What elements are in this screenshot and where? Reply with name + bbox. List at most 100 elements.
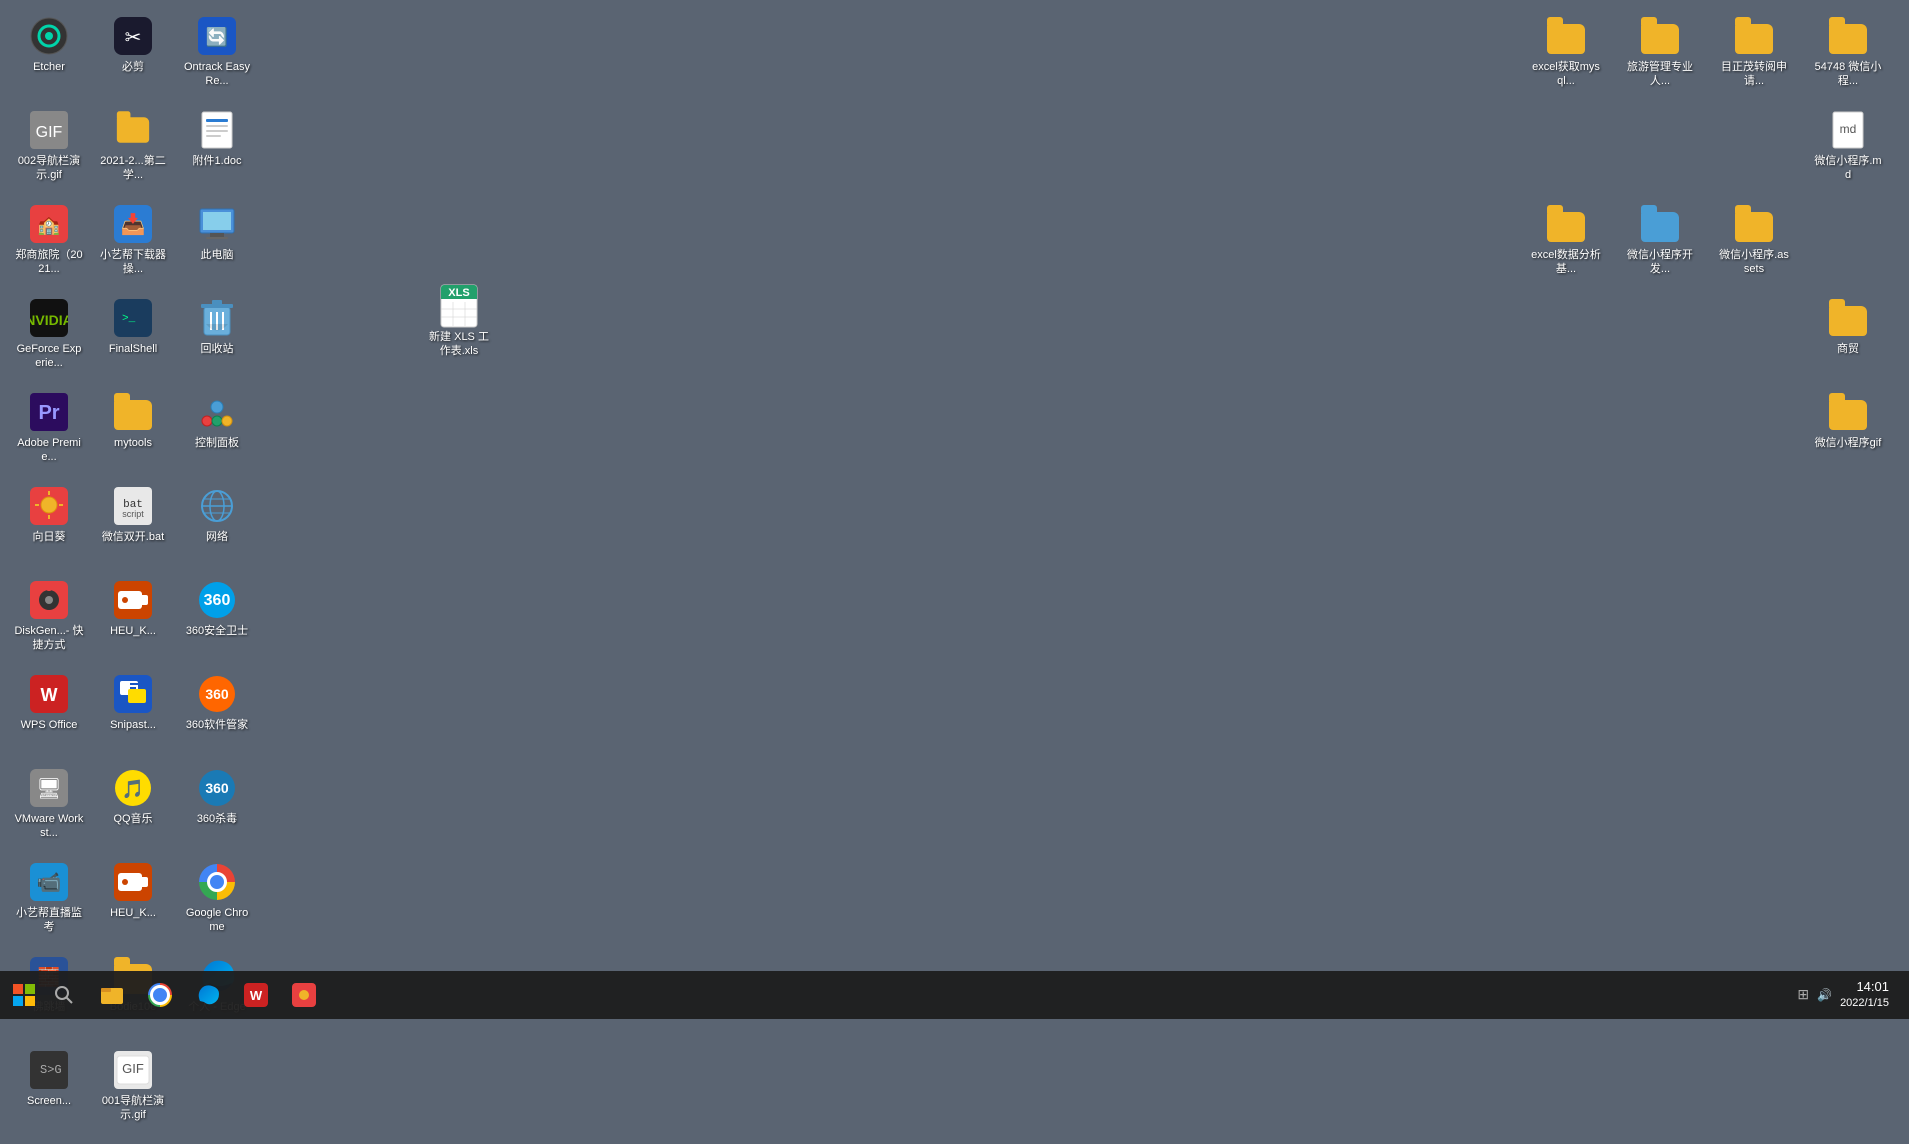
icon-54748[interactable]: 54748 微信小程... [1809, 10, 1887, 100]
icon-chrome[interactable]: Google Chrome [178, 856, 256, 946]
icon-wps[interactable]: W WPS Office [10, 668, 88, 758]
svg-text:360: 360 [205, 780, 229, 796]
taskbar-wps[interactable]: W [234, 973, 278, 1017]
shangmao-label: 商贸 [1837, 342, 1859, 356]
360kill-icon: 360 [197, 768, 237, 808]
icon-zhengshang[interactable]: 🏫 郑商旅院（2021... [10, 198, 88, 288]
xiaoyi2-label: 小艺帮直播监考 [14, 906, 84, 935]
icon-weichat2[interactable]: bat script 微信双开.bat [94, 480, 172, 570]
wechat-md-label: 微信小程序.md [1813, 154, 1883, 183]
svg-text:🏫: 🏫 [38, 215, 60, 235]
taskbar-edge[interactable] [186, 973, 230, 1017]
wechat-assets-icon [1734, 204, 1774, 244]
xls-label: 新建 XLS 工作表.xls [424, 330, 494, 359]
360soft-label: 360软件管家 [186, 718, 248, 732]
mytools-label: mytools [114, 436, 152, 450]
doc-icon [197, 110, 237, 150]
icon-screenshot[interactable]: S>G Screen... [10, 1044, 88, 1134]
net-label: 网络 [206, 530, 228, 544]
icon-xiaoyi[interactable]: 📥 小艺帮下载器操... [94, 198, 172, 288]
finalshell-icon: >_ [113, 298, 153, 338]
bijian-label: 必剪 [122, 60, 144, 74]
shangmao-icon [1828, 298, 1868, 338]
icon-diskgenius[interactable]: DiskGen...- 快捷方式 [10, 574, 88, 664]
diskgenius-icon [29, 580, 69, 620]
wps-label: WPS Office [21, 718, 78, 732]
heuk2-label: HEU_K... [110, 906, 156, 920]
icon-360safe[interactable]: 360 360安全卫士 [178, 574, 256, 664]
wps-icon: W [29, 674, 69, 714]
mytools-icon [113, 392, 153, 432]
icon-360soft[interactable]: 360 360软件管家 [178, 668, 256, 758]
icon-xiangrigu[interactable]: 向日葵 [10, 480, 88, 570]
heuk2-icon [113, 862, 153, 902]
xiangrigu-label: 向日葵 [33, 530, 66, 544]
icon-travel[interactable]: 旅游管理专业人... [1621, 10, 1699, 100]
exceljishu-label: excel数据分析基... [1531, 248, 1601, 277]
icon-adobepr[interactable]: Pr Adobe Premie... [10, 386, 88, 476]
finalshell-label: FinalShell [109, 342, 157, 356]
icon-recyclebin[interactable]: 回收站 [178, 292, 256, 382]
svg-text:360: 360 [204, 592, 231, 609]
icon-001gif[interactable]: GIF 001导航栏演示.gif [94, 1044, 172, 1134]
icon-ontrack[interactable]: 🔄 Ontrack Easy Re... [178, 10, 256, 100]
icon-xiaoyi2[interactable]: 📹 小艺帮直播监考 [10, 856, 88, 946]
adobepr-icon: Pr [29, 392, 69, 432]
icon-qqmusic[interactable]: 🎵 QQ音乐 [94, 762, 172, 852]
icon-shangmao[interactable]: 商贸 [1809, 292, 1887, 382]
vmware-icon: 🖥 [29, 768, 69, 808]
icon-wechat-assets[interactable]: 微信小程序.assets [1715, 198, 1793, 288]
360safe-label: 360安全卫士 [186, 624, 248, 638]
diskgenius-label: DiskGen...- 快捷方式 [14, 624, 84, 653]
icon-etcher[interactable]: Etcher [10, 10, 88, 100]
snipaste-label: Snipast... [110, 718, 156, 732]
travel-label: 旅游管理专业人... [1625, 60, 1695, 89]
icon-muzheng[interactable]: 目正茂转阅申请... [1715, 10, 1793, 100]
icon-360kill[interactable]: 360 360杀毒 [178, 762, 256, 852]
icon-net[interactable]: 网络 [178, 480, 256, 570]
start-button[interactable] [0, 971, 48, 1019]
icon-geforce[interactable]: NVIDIA GeForce Experie... [10, 292, 88, 382]
taskbar-xiangrigu[interactable] [282, 973, 326, 1017]
icon-thispc[interactable]: 此电脑 [178, 198, 256, 288]
icon-finalshell[interactable]: >_ FinalShell [94, 292, 172, 382]
icon-heuk1[interactable]: HEU_K... [94, 574, 172, 664]
svg-text:Pr: Pr [38, 402, 59, 424]
icon-excel1[interactable]: excel获取mysql... [1527, 10, 1605, 100]
2021-label: 2021-2...第二学... [98, 154, 168, 183]
icon-bijian[interactable]: ✂ 必剪 [94, 10, 172, 100]
icon-wechat-md[interactable]: md 微信小程序.md [1809, 104, 1887, 194]
icon-snipaste[interactable]: Snipast... [94, 668, 172, 758]
001gif-icon: GIF [113, 1050, 153, 1090]
icon-controlpanel[interactable]: 控制面板 [178, 386, 256, 476]
tray-network[interactable]: ⊞ [1797, 986, 1809, 1003]
360safe-icon: 360 [197, 580, 237, 620]
icon-center-xls[interactable]: XLS 新建 XLS 工作表.xls [420, 280, 498, 363]
ontrack-icon: 🔄 [197, 16, 237, 56]
icon-doc[interactable]: 附件1.doc [178, 104, 256, 194]
excel1-label: excel获取mysql... [1531, 60, 1601, 89]
icon-wechat-gif[interactable]: 微信小程序gif [1809, 386, 1887, 476]
icon-2021[interactable]: 2021-2...第二学... [94, 104, 172, 194]
geforce-label: GeForce Experie... [14, 342, 84, 371]
doc-label: 附件1.doc [193, 154, 242, 168]
001gif-label: 001导航栏演示.gif [98, 1094, 168, 1123]
exceljishu-icon [1546, 204, 1586, 244]
screenshot-icon: S>G [29, 1050, 69, 1090]
wechat-gif-label: 微信小程序gif [1815, 436, 1882, 450]
icon-heuk2[interactable]: HEU_K... [94, 856, 172, 946]
etcher-icon [29, 16, 69, 56]
icon-exceljishu[interactable]: excel数据分析基... [1527, 198, 1605, 288]
desktop: Etcher ✂ 必剪 🔄 Ontrack Easy Re... [0, 0, 1909, 1019]
360kill-label: 360杀毒 [197, 812, 237, 826]
svg-text:🔄: 🔄 [206, 26, 228, 47]
taskbar-chrome[interactable] [138, 973, 182, 1017]
taskbar-explorer[interactable] [90, 973, 134, 1017]
taskbar-search[interactable] [48, 971, 80, 1019]
icon-vmware[interactable]: 🖥 VMware Workst... [10, 762, 88, 852]
icon-mytools[interactable]: mytools [94, 386, 172, 476]
icon-002gif[interactable]: GIF 002导航栏演示.gif [10, 104, 88, 194]
tray-volume[interactable]: 🔊 [1817, 988, 1832, 1002]
icon-wechat-dev[interactable]: 微信小程序开发... [1621, 198, 1699, 288]
muzheng-icon [1734, 16, 1774, 56]
